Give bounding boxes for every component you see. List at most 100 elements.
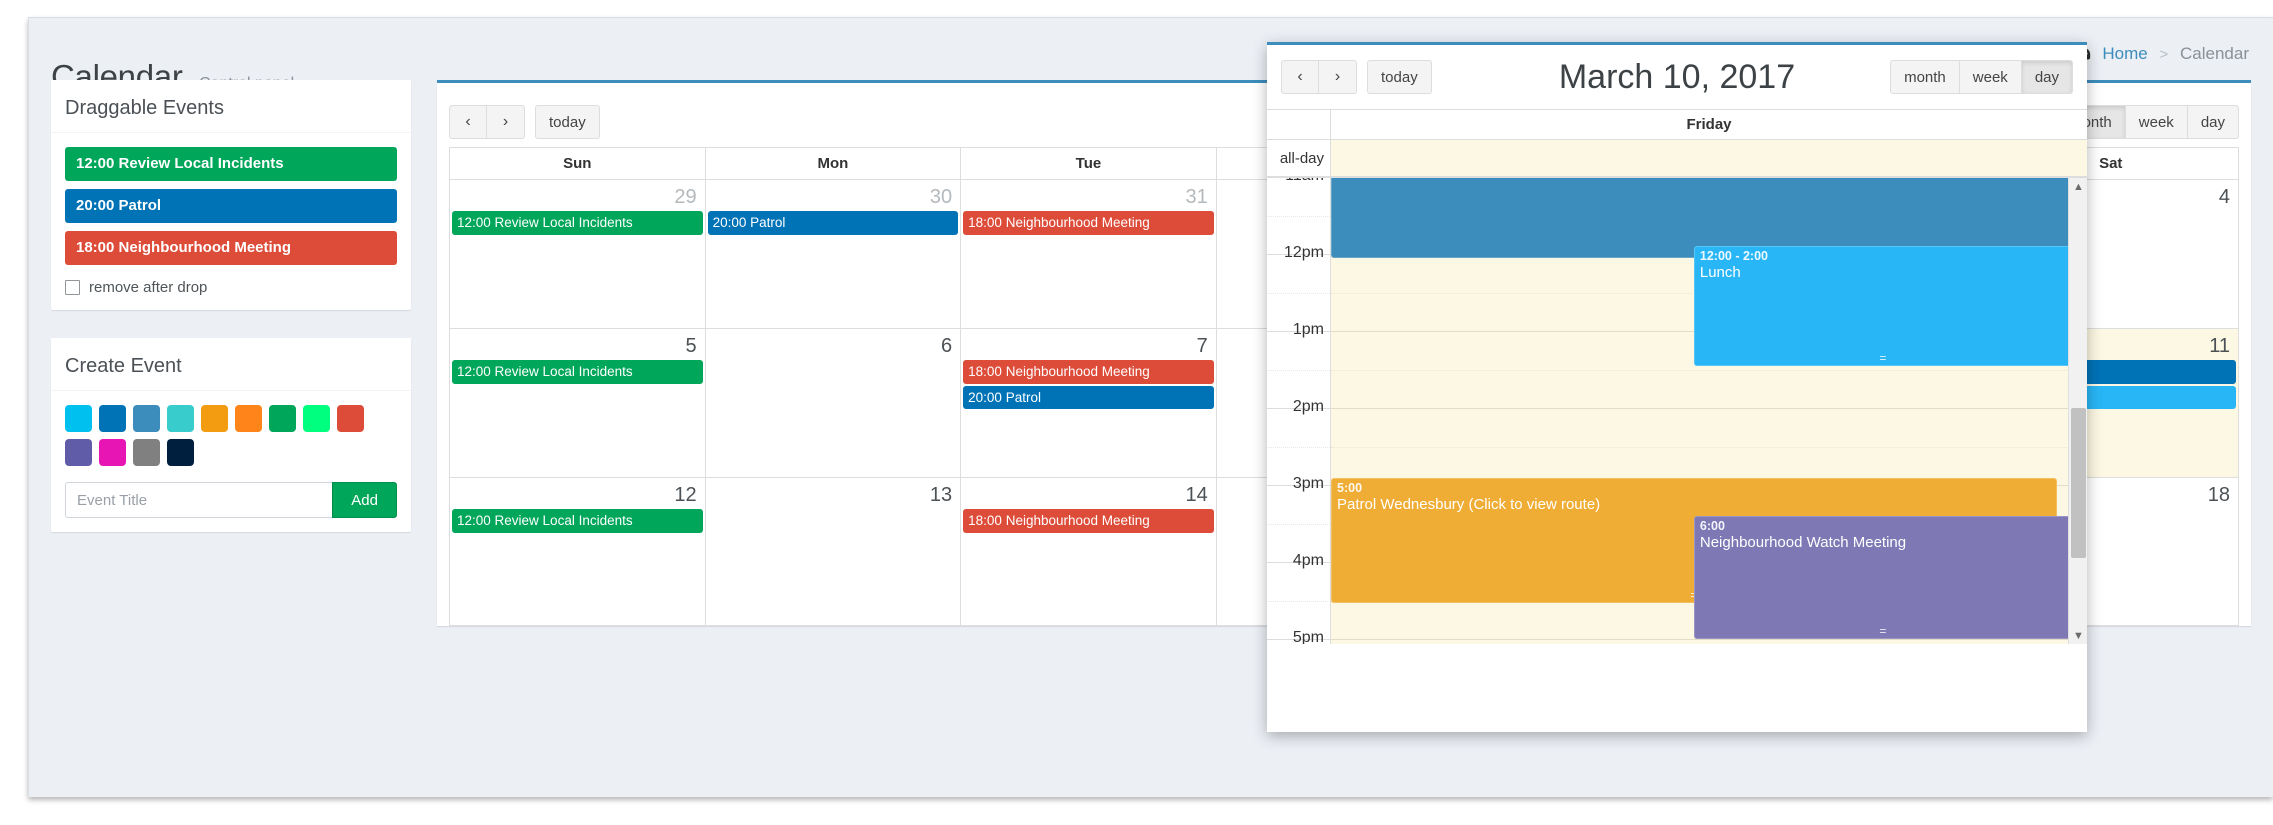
calendar-view-day[interactable]: day [2187,105,2239,139]
day-cell[interactable]: 29 12:00 Review Local Incidents [450,180,706,328]
day-event-time: 5:00 [1337,481,1363,495]
day-modal-view-day[interactable]: day [2021,60,2073,94]
calendar-event[interactable]: 18:00 Neighbourhood Meeting [963,360,1214,384]
remove-after-drop-checkbox[interactable] [65,280,80,295]
time-axis-label: 3pm [1292,475,1324,492]
color-swatch[interactable] [133,405,160,432]
create-event-header: Create Event [51,341,411,391]
draggable-events-body: 12:00 Review Local Incidents 20:00 Patrol… [51,133,411,310]
calendar-view-week[interactable]: week [2125,105,2188,139]
day-modal-today-button[interactable]: today [1367,60,1432,94]
day-cell[interactable]: 31 18:00 Neighbourhood Meeting [961,180,1217,328]
day-modal-view-week[interactable]: week [1959,60,2022,94]
draggable-event[interactable]: 20:00 Patrol [65,189,397,223]
allday-label: all-day [1267,140,1331,176]
half-hour-divider [1267,370,1330,371]
color-swatch[interactable] [65,439,92,466]
breadcrumb-home[interactable]: Home [2102,44,2147,63]
time-axis-label: 12pm [1283,244,1324,261]
draggable-events-title: Draggable Events [65,97,224,119]
color-swatch[interactable] [167,439,194,466]
scrollbar-thumb[interactable] [2071,408,2086,558]
color-swatch[interactable] [337,405,364,432]
day-modal-slots: 11am12pm1pm2pm3pm4pm5pm6pm7pm Meeting=12… [1267,178,2087,644]
day-cell[interactable]: 30 20:00 Patrol [705,180,962,328]
day-modal-next-button[interactable]: › [1319,60,1357,94]
time-axis-label: 1pm [1292,321,1324,338]
time-axis-label: 2pm [1292,398,1324,415]
calendar-today-button[interactable]: today [535,105,600,139]
chevron-right-icon: › [502,113,509,130]
day-cell[interactable]: 7 18:00 Neighbourhood Meeting 20:00 Patrol [961,329,1217,477]
time-axis-label: 4pm [1292,552,1324,569]
day-number: 13 [929,484,953,506]
color-swatch[interactable] [303,405,330,432]
day-event-title: Neighbourhood Watch Meeting [1699,534,1907,551]
day-cell[interactable]: 12 12:00 Review Local Incidents [450,478,706,625]
time-slot-row[interactable] [1331,640,2087,644]
add-event-button[interactable]: Add [332,482,397,518]
color-swatch[interactable] [99,439,126,466]
time-slot-row[interactable] [1331,409,2087,486]
remove-after-drop-row[interactable]: remove after drop [65,279,397,296]
half-hour-divider [1267,447,1330,448]
calendar-event[interactable]: 18:00 Neighbourhood Meeting [963,509,1214,533]
calendar-event[interactable]: 18:00 Neighbourhood Meeting [963,211,1214,235]
remove-after-drop-label: remove after drop [89,279,208,296]
day-event[interactable]: 6:00 Neighbourhood Watch Meeting = [1693,516,2072,639]
day-modal-nav-group: ‹ › [1281,60,1357,94]
breadcrumb: Home > Calendar [2074,44,2249,64]
color-swatch[interactable] [99,405,126,432]
calendar-event[interactable]: 20:00 Patrol [963,385,1214,410]
day-modal-view-group: month week day [1890,60,2073,94]
day-cell[interactable]: 14 18:00 Neighbourhood Meeting [961,478,1217,625]
draggable-event[interactable]: 12:00 Review Local Incidents [65,147,397,181]
breadcrumb-separator: > [2159,46,2169,63]
draggable-event[interactable]: 18:00 Neighbourhood Meeting [65,231,397,265]
color-swatch-palette [65,405,395,466]
day-cell[interactable]: 6 [705,329,962,477]
day-cell[interactable]: 13 [705,478,962,625]
calendar-event[interactable]: 20:00 Patrol [707,211,959,235]
color-swatch[interactable] [235,405,262,432]
day-event-time: 6:00 [1699,519,1725,533]
calendar-event[interactable]: 12:00 Review Local Incidents [452,360,703,384]
event-title-input[interactable] [65,482,333,518]
allday-slot[interactable] [1331,140,2087,176]
event-resize-handle[interactable]: = [1694,625,2072,637]
color-swatch[interactable] [269,405,296,432]
day-modal-view-month[interactable]: month [1890,60,1960,94]
day-modal-prev-button[interactable]: ‹ [1281,60,1319,94]
day-modal-grid-head: Friday [1267,109,2087,140]
day-number: 14 [1185,484,1208,506]
day-of-week-header: Tue [961,148,1217,179]
breadcrumb-current: Calendar [2180,44,2249,63]
day-event-time: 12:00 - 2:00 [1699,249,1768,263]
color-swatch[interactable] [167,405,194,432]
color-swatch[interactable] [65,405,92,432]
day-of-week-header: Mon [706,148,962,179]
day-event-title: Lunch [1699,264,1741,281]
calendar-prev-button[interactable]: ‹ [449,105,487,139]
calendar-event[interactable]: 12:00 Review Local Incidents [452,509,703,533]
create-event-box: Create Event Add [51,338,411,532]
color-swatch[interactable] [133,439,160,466]
day-modal-scrollbar[interactable]: ▲ ▼ [2068,178,2087,644]
time-axis: 11am12pm1pm2pm3pm4pm5pm6pm7pm [1267,178,1331,644]
day-modal-event-lanes[interactable]: Meeting=12:00 - 2:00Lunch=5:00Patrol Wed… [1331,178,2087,644]
day-number: 30 [929,186,953,208]
day-cell[interactable]: 5 12:00 Review Local Incidents [450,329,706,477]
chevron-down-icon[interactable]: ▼ [2069,627,2087,644]
chevron-up-icon[interactable]: ▲ [2069,178,2087,195]
day-modal-column-header: Friday [1686,116,1732,133]
day-number: 5 [685,335,697,357]
calendar-event[interactable]: 12:00 Review Local Incidents [452,211,703,235]
calendar-next-button[interactable]: › [487,105,525,139]
day-event[interactable]: 12:00 - 2:00 Lunch = [1693,246,2072,366]
event-resize-handle[interactable]: = [1694,352,2072,364]
color-swatch[interactable] [201,405,228,432]
day-modal-allday-row: all-day [1267,140,2087,178]
day-view-modal: ‹ › today March 10, 2017 month week day Fr… [1267,42,2087,732]
day-number: 29 [674,186,697,208]
chevron-left-icon: ‹ [465,113,471,130]
